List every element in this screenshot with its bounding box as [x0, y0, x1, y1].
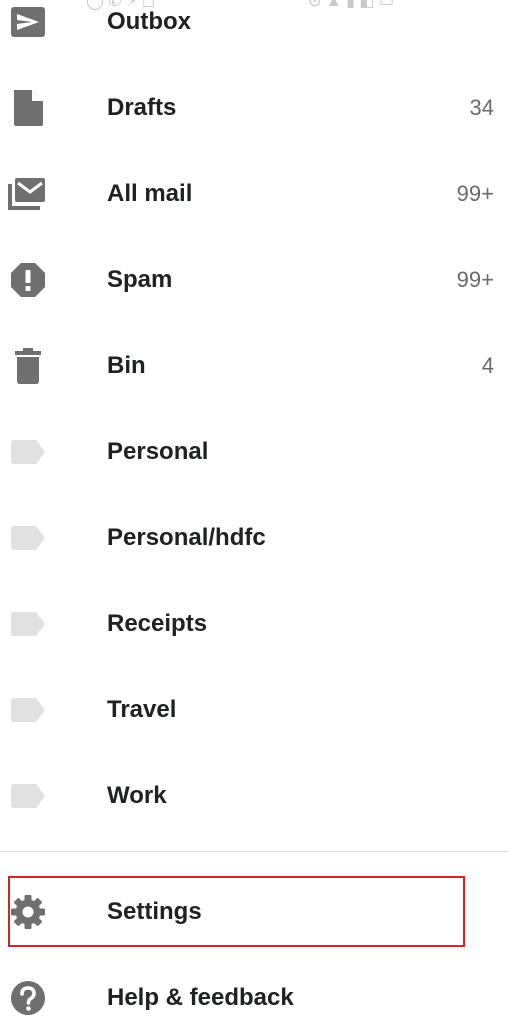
drawer-item-all-mail[interactable]: All mail 99+: [0, 164, 508, 224]
label-icon: [11, 784, 45, 808]
drawer-item-label: Spam: [107, 266, 173, 293]
drawer-item-count: 4: [481, 353, 494, 378]
drawer-item-label: Personal/hdfc: [107, 524, 266, 551]
drawer-item-count: 99+: [456, 181, 494, 206]
label-icon: [11, 526, 45, 550]
drawer-item-label: Work: [107, 782, 167, 809]
send-icon: [11, 7, 45, 37]
drawer-item-label: Drafts: [107, 94, 177, 121]
label-icon: [11, 698, 45, 722]
drawer-item-travel[interactable]: Travel: [0, 680, 508, 740]
drawer-divider: [0, 851, 508, 852]
settings-highlight-box: [8, 876, 465, 947]
drawer-item-help-feedback[interactable]: Help & feedback: [0, 968, 508, 1028]
spam-icon: [11, 263, 45, 297]
help-feedback-label: Help & feedback: [107, 984, 294, 1011]
drawer-item-personal-hdfc[interactable]: Personal/hdfc: [0, 508, 508, 568]
drawer-item-label: All mail: [107, 180, 193, 207]
drawer-item-bin[interactable]: Bin 4: [0, 336, 508, 396]
all-mail-icon: [8, 178, 45, 210]
label-icon: [11, 612, 45, 636]
drawer-item-work[interactable]: Work: [0, 766, 508, 826]
help-icon: [11, 981, 45, 1015]
navigation-drawer: Outbox Drafts 34 All mail 99+ Spam 99+ B…: [0, 0, 508, 1024]
drawer-item-receipts[interactable]: Receipts: [0, 594, 508, 654]
draft-file-icon: [14, 90, 43, 126]
drawer-item-label: Bin: [107, 352, 146, 379]
drawer-item-label: Receipts: [107, 610, 208, 637]
drawer-item-label: Personal: [107, 438, 209, 465]
drawer-item-outbox[interactable]: Outbox: [0, 0, 508, 52]
drawer-item-personal[interactable]: Personal: [0, 422, 508, 482]
drawer-item-label: Travel: [107, 696, 177, 723]
label-icon: [11, 440, 45, 464]
drawer-item-count: 99+: [456, 267, 494, 292]
drawer-item-count: 34: [469, 95, 494, 120]
drawer-item-spam[interactable]: Spam 99+: [0, 250, 508, 310]
drawer-item-label: Outbox: [107, 8, 191, 35]
bin-icon: [15, 348, 41, 384]
drawer-item-drafts[interactable]: Drafts 34: [0, 78, 508, 138]
